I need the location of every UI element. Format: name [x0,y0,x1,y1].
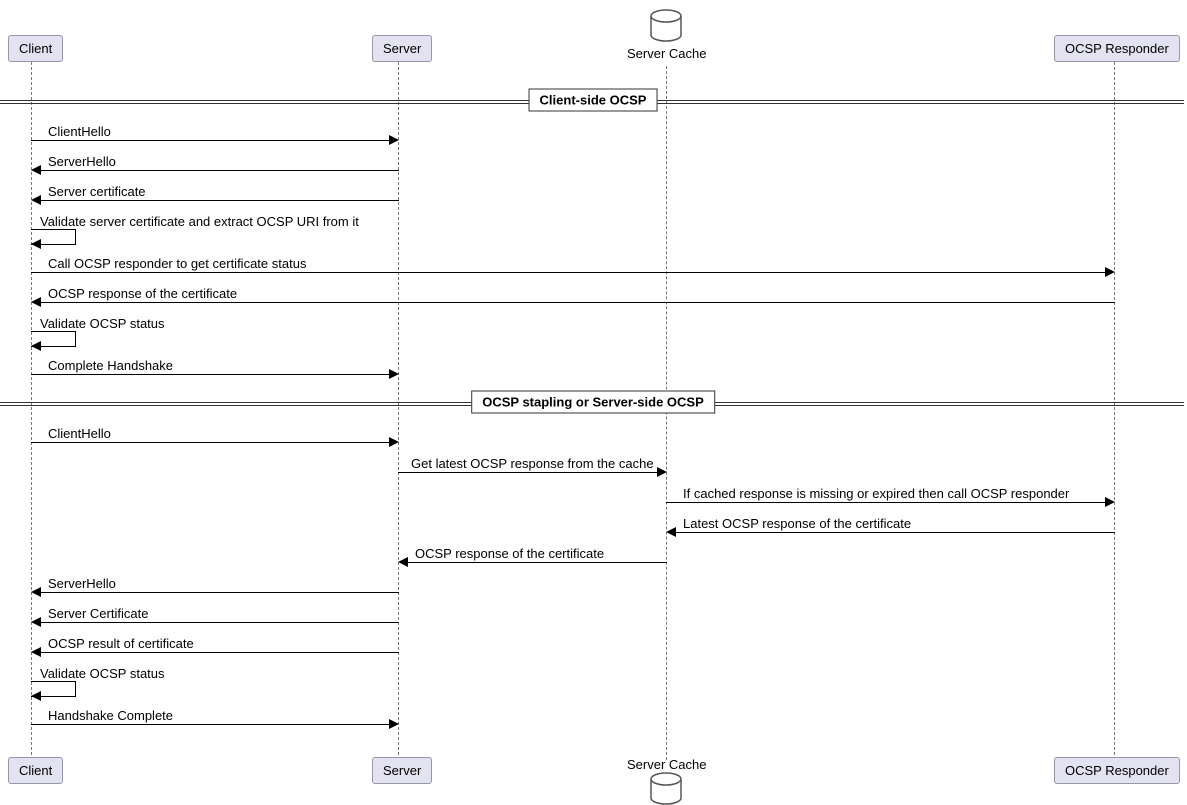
sequence-diagram: Client Server Server Cache OCSP Responde… [0,0,1187,805]
divider-label-2: OCSP stapling or Server-side OCSP [471,391,715,414]
msg-call-ocsp: Call OCSP responder to get certificate s… [48,256,306,271]
msg-clienthello-1: ClientHello [48,124,111,139]
participant-ocsp-top: OCSP Responder [1054,35,1180,62]
msg-ocsp-result: OCSP result of certificate [48,636,194,651]
msg-ocsp-response-1: OCSP response of the certificate [48,286,237,301]
msg-server-cert: Server certificate [48,184,146,199]
participant-cache-label-bottom: Server Cache [627,757,706,772]
msg-get-cache: Get latest OCSP response from the cache [411,456,654,471]
msg-cache-miss: If cached response is missing or expired… [683,486,1069,501]
msg-latest-ocsp: Latest OCSP response of the certificate [683,516,911,531]
msg-complete-handshake: Complete Handshake [48,358,173,373]
msg-serverhello-2: ServerHello [48,576,116,591]
msg-server-certificate-2: Server Certificate [48,606,148,621]
participant-cache-label-top: Server Cache [627,46,706,61]
divider-label-1: Client-side OCSP [529,89,658,112]
lifeline-ocsp [1114,62,1115,760]
lifeline-server [398,62,399,760]
participant-cache-db-bottom [649,771,683,805]
msg-serverhello-1: ServerHello [48,154,116,169]
participant-server-bottom: Server [372,757,432,784]
msg-validate-ocsp-status-2: Validate OCSP status [40,666,165,681]
msg-handshake-complete: Handshake Complete [48,708,173,723]
msg-validate-ocsp-status-1: Validate OCSP status [40,316,165,331]
msg-validate-extract: Validate server certificate and extract … [40,214,359,229]
participant-client-bottom: Client [8,757,63,784]
msg-clienthello-2: ClientHello [48,426,111,441]
msg-ocsp-response-2: OCSP response of the certificate [415,546,604,561]
participant-cache-db-top [649,8,683,42]
participant-client-top: Client [8,35,63,62]
participant-server-top: Server [372,35,432,62]
participant-ocsp-bottom: OCSP Responder [1054,757,1180,784]
